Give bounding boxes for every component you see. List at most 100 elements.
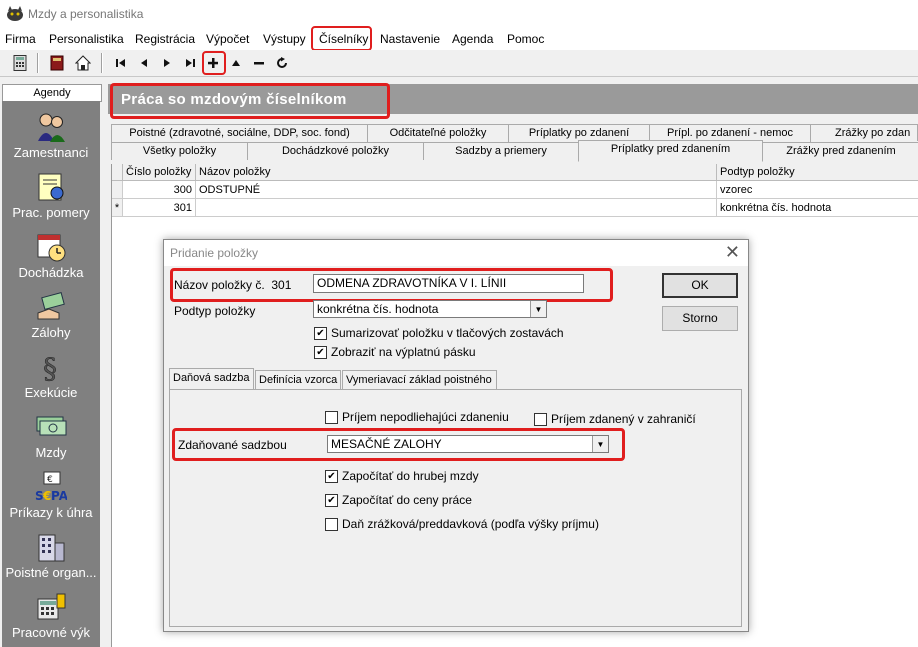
last-record-icon[interactable] [180,53,200,73]
calendar-clock-icon [37,234,66,262]
menu-nastavenie[interactable]: Nastavenie [380,32,440,46]
column-header-cislo[interactable]: Číslo položky [123,164,196,181]
sidebar-item-zalohy[interactable]: Zálohy [2,287,100,347]
add-item-dialog: Pridanie položky ✕ Názov položky č. 301 … [163,239,749,632]
sidebar-item-pracovne-vyk[interactable]: Pracovné výk [2,587,100,647]
podtyp-value: konkrétna čís. hodnota [317,302,439,316]
row-marker-header [112,164,123,181]
tab-priplatky-pred-zdanenim[interactable]: Príplatky pred zdanením [578,140,763,162]
sidebar-item-mzdy[interactable]: Mzdy [2,407,100,467]
tab-dochadzkove[interactable]: Dochádzkové položky [247,142,424,160]
delete-record-icon[interactable] [249,53,269,73]
tab-odcitatelne[interactable]: Odčitateľné položky [367,124,509,142]
refresh-icon[interactable] [272,53,292,73]
banknotes-icon [36,416,67,436]
calculator-phone-icon [37,593,66,620]
sumarizovat-label: Sumarizovať položku v tlačových zostavác… [331,326,564,340]
contract-icon [38,173,64,201]
sidebar-item-prikazy[interactable]: € S € PA Príkazy k úhra [2,467,100,527]
sidebar-item-label: Pracovné výk [11,625,91,640]
sidebar-item-label: Poistné organ... [5,565,97,580]
paragraph-icon: § [43,352,58,383]
menu-agenda[interactable]: Agenda [452,32,493,46]
sidebar-item-exekucie[interactable]: § Exekúcie [2,347,100,407]
row-marker: * [112,199,123,217]
sidebar-item-label: Prac. pomery [12,205,90,220]
sidebar-item-label: Príkazy k úhra [9,505,93,520]
ok-button[interactable]: OK [662,273,738,298]
tab-vsetky-polozky[interactable]: Všetky položky [111,142,248,160]
tab-vymeriavaci-zaklad[interactable]: Vymeriavací základ poistného [342,370,497,389]
highlight-page-title [110,83,390,119]
first-record-icon[interactable] [111,53,131,73]
calculator-icon[interactable] [10,53,30,73]
sidebar-item-zamestnanci[interactable]: Zamestnanci [2,107,100,167]
menu-firma[interactable]: Firma [5,32,36,46]
sidebar-item-label: Zálohy [31,325,71,340]
sidebar-item-poistne-organ[interactable]: Poistné organ... [2,527,100,587]
podtyp-label: Podtyp položky [174,304,256,318]
cell-podtyp[interactable]: vzorec [717,181,918,199]
tab-zrazky-pred-zdanenim[interactable]: Zrážky pred zdanením [762,142,918,160]
hruba-mzda-checkbox[interactable]: ✔ [325,470,338,483]
zobrazit-checkbox[interactable]: ✔ [314,346,327,359]
tab-definicia-vzorca[interactable]: Definícia vzorca [255,370,341,389]
tab-row-upper: Poistné (zdravotné, sociálne, DDP, soc. … [111,124,918,142]
tab-row-lower: Všetky položky Dochádzkové položky Sadzb… [111,140,918,162]
storno-button[interactable]: Storno [662,306,738,331]
sidebar-item-dochadzka[interactable]: Dochádzka [2,227,100,287]
tab-panel-danova-sadzba: Príjem nepodliehajúci zdaneniu Príjem zd… [169,389,742,627]
column-header-nazov[interactable]: Názov položky [196,164,717,181]
book-icon[interactable] [47,53,67,73]
cell-nazov[interactable]: ODSTUPNÉ [196,181,717,199]
cena-prace-checkbox[interactable]: ✔ [325,494,338,507]
close-icon[interactable]: ✕ [725,242,740,263]
menu-registracia[interactable]: Registrácia [135,32,195,46]
prijem-zahr-checkbox[interactable] [534,413,547,426]
menu-pomoc[interactable]: Pomoc [507,32,544,46]
window-title: Mzdy a personalistika [28,7,144,21]
sidebar-item-prac-pomery[interactable]: Prac. pomery [2,167,100,227]
chevron-down-icon[interactable]: ▼ [530,301,546,317]
svg-text:€: € [42,489,51,503]
menu-personalistika[interactable]: Personalistika [49,32,124,46]
prev-record-icon[interactable] [134,53,154,73]
cell-podtyp[interactable]: konkrétna čís. hodnota [717,199,918,217]
menu-vystupy[interactable]: Výstupy [263,32,306,46]
sidebar-header: Agendy [2,84,102,102]
sumarizovat-checkbox[interactable]: ✔ [314,327,327,340]
tab-sadzby-priemery[interactable]: Sadzby a priemery [423,142,579,160]
cell-cislo[interactable]: 301 [123,199,196,217]
dan-zrazkova-checkbox[interactable] [325,518,338,531]
tab-danova-sadzba[interactable]: Daňová sadzba [169,368,254,389]
prijem-nepodl-checkbox[interactable] [325,411,338,424]
tab-poistne[interactable]: Poistné (zdravotné, sociálne, DDP, soc. … [111,124,368,142]
podtyp-select[interactable]: konkrétna čís. hodnota ▼ [313,300,547,318]
menu-bar: Firma Personalistika Registrácia Výpočet… [0,28,918,51]
sidebar-item-label: Exekúcie [24,385,78,400]
svg-text:§: § [43,352,57,383]
highlight-nazov [170,268,613,302]
next-record-icon[interactable] [157,53,177,73]
toolbar-separator [37,53,39,73]
highlight-ciselniky [311,26,372,51]
toolbar-separator [101,53,103,73]
dialog-title-bar: Pridanie položky ✕ [164,240,748,266]
money-hand-icon [37,292,65,320]
app-cat-icon [7,6,23,21]
column-header-podtyp[interactable]: Podtyp položky [717,164,918,181]
sepa-icon: €S € PA [35,471,67,503]
title-bar: Mzdy a personalistika [0,0,918,28]
dan-zrazkova-label: Daň zrážková/preddavková (podľa výšky pr… [342,517,599,531]
highlight-add-button [202,51,226,75]
people-icon [38,113,65,142]
highlight-sadzba [172,428,625,461]
building-icon [38,534,65,562]
home-icon[interactable] [73,53,93,73]
cell-cislo[interactable]: 300 [123,181,196,199]
sidebar-item-label: Mzdy [35,445,67,460]
menu-vypocet[interactable]: Výpočet [206,32,249,46]
tab-zrazky-po-zdaneni[interactable]: Zrážky po zdan [810,124,918,141]
cell-nazov[interactable] [196,199,717,217]
up-record-icon[interactable] [226,53,246,73]
